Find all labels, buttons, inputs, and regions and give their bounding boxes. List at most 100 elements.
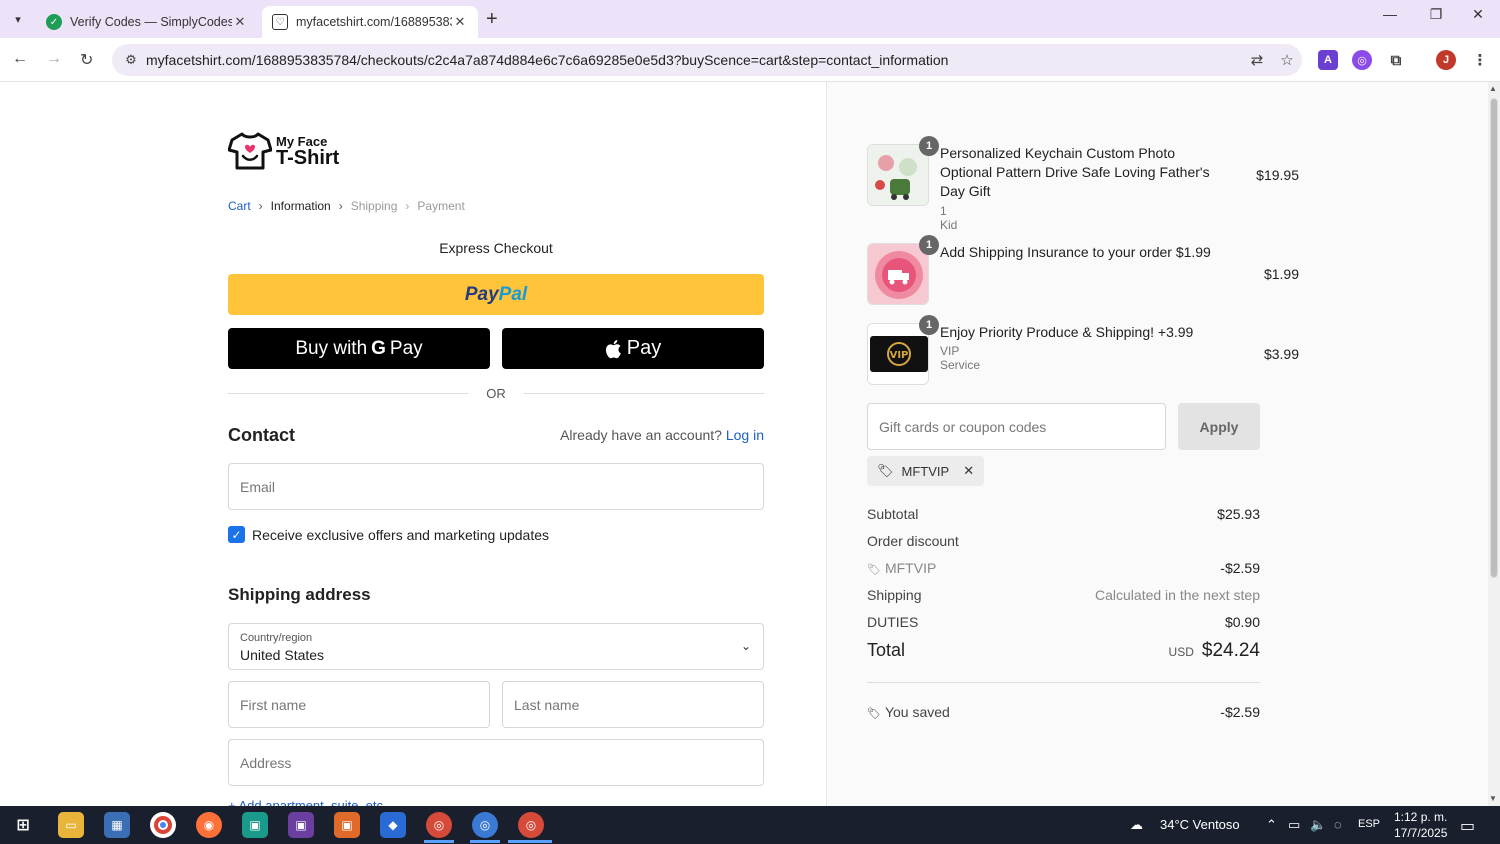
google-pay-button[interactable]: Buy with G Pay — [228, 328, 490, 369]
presentation-app-icon[interactable]: ▣ — [334, 812, 360, 838]
keychain-image-icon — [868, 145, 928, 205]
checkout-page: My Face T-Shirt Cart › Information › Shi… — [0, 82, 1488, 806]
tab-myfacetshirt[interactable]: ♡ myfacetshirt.com/16889538357 ✕ — [262, 6, 478, 38]
volume-icon[interactable]: 🔈 — [1310, 817, 1326, 833]
chrome-profile-icon[interactable]: ◎ — [472, 812, 498, 838]
paypal-button[interactable]: Pay Pal — [228, 274, 764, 315]
product-thumbnail: VIP — [867, 323, 929, 385]
tray-chevron-up-icon[interactable]: ⌃ — [1266, 817, 1277, 833]
applied-coupon-code: MFTVIP — [901, 463, 950, 479]
summary-divider — [867, 682, 1260, 683]
windows-start-icon[interactable]: ⊞ — [10, 812, 36, 838]
media-app-icon[interactable]: ▣ — [288, 812, 314, 838]
item-price: $3.99 — [1263, 346, 1299, 362]
profile-avatar[interactable]: J — [1436, 50, 1456, 70]
total-row: Total USD $24.24 — [867, 640, 1260, 661]
simplycodes-favicon-icon: ✓ — [46, 14, 62, 30]
close-tab-icon[interactable]: ✕ — [232, 14, 248, 30]
extension-swirl-icon[interactable]: ◎ — [1352, 50, 1372, 70]
windows-taskbar: ⊞ ▭ ▦ ◉ ▣ ▣ ▣ ◆ ◎ ◎ ◎ ☁ 34°C Ventoso ⌃ ▭… — [0, 806, 1500, 844]
extensions-puzzle-icon[interactable]: ⧉ — [1386, 50, 1406, 70]
url-text[interactable]: myfacetshirt.com/1688953835784/checkouts… — [146, 52, 1242, 68]
close-tab-icon[interactable]: ✕ — [452, 14, 468, 30]
item-name: Add Shipping Insurance to your order $1.… — [940, 244, 1211, 260]
tag-icon: 🏷 — [867, 708, 881, 720]
last-name-field[interactable]: Last name — [502, 681, 764, 728]
shipping-insurance-badge-icon — [868, 244, 928, 304]
minimize-icon[interactable]: — — [1370, 6, 1410, 22]
add-apartment-link[interactable]: + Add apartment, suite, etc. — [228, 798, 387, 806]
product-thumbnail — [867, 144, 929, 206]
sync-icon[interactable]: ◌ — [1334, 817, 1342, 832]
network-icon[interactable]: ▭ — [1288, 817, 1300, 833]
contact-heading: Contact — [228, 425, 295, 445]
svg-text:VIP: VIP — [890, 350, 909, 361]
site-info-icon[interactable]: ⚙ — [116, 52, 146, 68]
clock-date[interactable]: 17/7/2025 — [1394, 826, 1447, 840]
scroll-down-icon[interactable]: ▼ — [1489, 794, 1497, 803]
new-tab-icon[interactable]: + — [486, 8, 498, 31]
tab-title: Verify Codes — SimplyCodes — [70, 15, 232, 29]
store-logo[interactable]: My Face T-Shirt — [228, 132, 339, 170]
reload-icon[interactable]: ↻ — [80, 50, 93, 70]
restore-icon[interactable]: ❐ — [1416, 6, 1456, 23]
breadcrumb-shipping: Shipping — [350, 199, 398, 213]
notifications-icon[interactable]: ▭ — [1460, 816, 1475, 836]
apple-logo-icon — [605, 339, 621, 358]
chevron-right-icon: › — [258, 199, 263, 213]
clock-time[interactable]: 1:12 p. m. — [1394, 810, 1447, 824]
chrome-icon[interactable] — [150, 812, 176, 838]
address-field[interactable]: Address — [228, 739, 764, 786]
whiteboard-icon[interactable]: ▣ — [242, 812, 268, 838]
address-bar[interactable]: ⚙ myfacetshirt.com/1688953835784/checkou… — [112, 44, 1302, 76]
first-name-field[interactable]: First name — [228, 681, 490, 728]
breadcrumb-information: Information — [270, 199, 331, 213]
item-name: Enjoy Priority Produce & Shipping! +3.99 — [940, 324, 1194, 340]
close-window-icon[interactable]: ✕ — [1458, 6, 1498, 23]
scrollbar-thumb[interactable] — [1490, 98, 1498, 578]
bookmark-star-icon[interactable]: ☆ — [1272, 51, 1302, 69]
apple-pay-button[interactable]: Pay — [502, 328, 764, 369]
logo-text: My Face T-Shirt — [276, 133, 340, 169]
menu-kebab-icon[interactable]: ⋮ — [1470, 50, 1490, 70]
forward-icon[interactable]: → — [46, 50, 62, 68]
chrome-profile-m-icon[interactable]: ◎ — [426, 812, 452, 838]
express-checkout-heading: Express Checkout — [439, 240, 553, 256]
calculator-icon[interactable]: ▦ — [104, 812, 130, 838]
file-explorer-icon[interactable]: ▭ — [58, 812, 84, 838]
copilot-icon[interactable]: ◆ — [380, 812, 406, 838]
subtotal-row: Subtotal $25.93 — [867, 506, 1260, 522]
scroll-up-icon[interactable]: ▲ — [1489, 84, 1497, 93]
item-variant: VIP Service — [940, 344, 981, 372]
weather-icon: ☁ — [1130, 817, 1143, 832]
country-value: United States — [240, 647, 325, 663]
item-price: $19.95 — [1256, 167, 1299, 183]
checkbox-checked-icon[interactable]: ✓ — [228, 526, 245, 543]
duties-row: DUTIES $0.90 — [867, 614, 1260, 630]
tshirt-logo-icon — [228, 132, 272, 170]
marketing-optin-label: Receive exclusive offers and marketing u… — [252, 526, 550, 543]
extension-a-icon[interactable]: A — [1318, 50, 1338, 70]
order-discount-row: Order discount — [867, 533, 959, 549]
firefox-icon[interactable]: ◉ — [196, 812, 222, 838]
quantity-badge: 1 — [919, 315, 939, 335]
breadcrumb-cart[interactable]: Cart — [228, 199, 251, 213]
vip-card-icon: VIP — [868, 324, 928, 384]
google-g-icon: G — [371, 337, 386, 359]
account-prompt: Already have an account? Log in — [560, 427, 764, 443]
chrome-profile-j-icon[interactable]: ◎ — [518, 812, 544, 838]
remove-coupon-icon[interactable]: ✕ — [963, 463, 974, 479]
tab-search-icon[interactable]: ▾ — [6, 8, 30, 30]
login-link[interactable]: Log in — [726, 427, 764, 443]
coupon-input[interactable]: Gift cards or coupon codes — [867, 403, 1166, 450]
back-icon[interactable]: ← — [12, 50, 28, 68]
country-select[interactable]: Country/region United States ⌄ — [228, 623, 764, 670]
input-language[interactable]: ESP — [1358, 818, 1380, 830]
translate-icon[interactable]: ⇄ — [1242, 51, 1272, 69]
apply-button[interactable]: Apply — [1178, 403, 1260, 450]
email-field[interactable]: Email — [228, 463, 764, 510]
tab-simplycodes[interactable]: ✓ Verify Codes — SimplyCodes ✕ — [36, 6, 258, 38]
marketing-optin[interactable]: ✓ Receive exclusive offers and marketing… — [228, 526, 549, 543]
weather-text[interactable]: 34°C Ventoso — [1160, 817, 1240, 832]
page-scrollbar[interactable]: ▲ ▼ — [1488, 82, 1500, 806]
